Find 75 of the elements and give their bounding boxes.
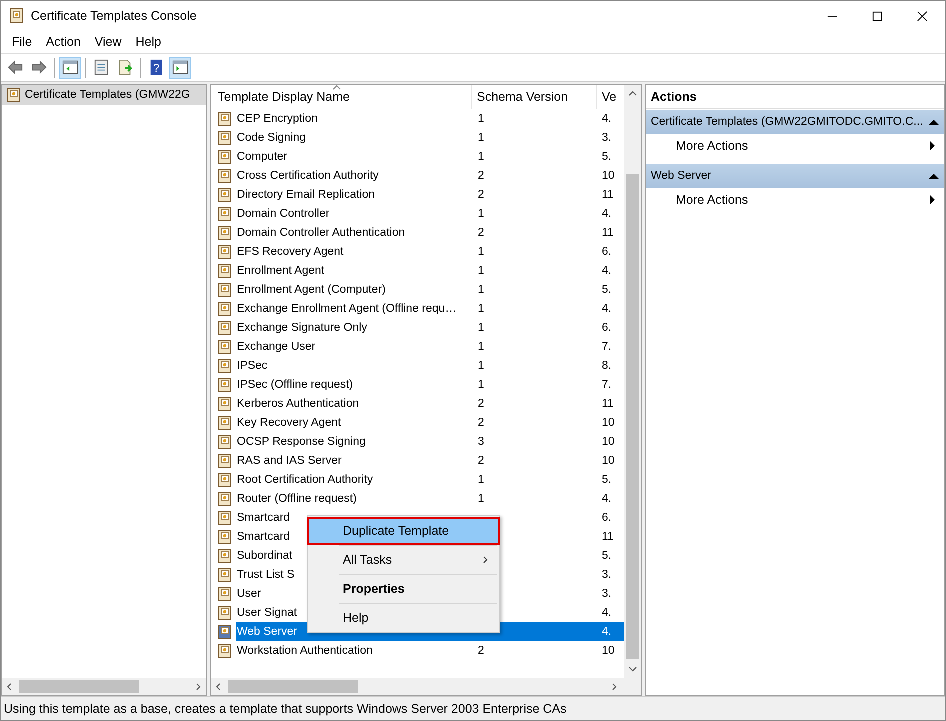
table-cell: 3 xyxy=(478,436,484,448)
table-cell: 6. xyxy=(602,246,612,258)
table-cell: Enrollment Agent xyxy=(237,264,325,276)
table-cell: 2 xyxy=(478,454,484,466)
table-cell: Trust List S xyxy=(237,568,295,580)
table-cell: 4. xyxy=(602,626,612,638)
table-cell: 5. xyxy=(602,284,612,296)
table-cell: 4. xyxy=(602,208,612,220)
table-cell: Enrollment Agent (Computer) xyxy=(237,284,386,296)
table-cell: Key Recovery Agent xyxy=(237,416,342,428)
table-cell: Computer xyxy=(237,150,288,162)
actions-header: Actions xyxy=(646,85,944,109)
table-cell: 4. xyxy=(602,302,612,314)
table-cell: Exchange User xyxy=(237,340,316,352)
table-cell: Domain Controller Authentication xyxy=(237,226,406,238)
table-cell: Cross Certification Authority xyxy=(237,170,379,182)
table-cell: 1 xyxy=(478,132,484,144)
table-cell: 1 xyxy=(478,284,484,296)
table-cell: 8. xyxy=(602,360,612,372)
table-cell: 10 xyxy=(602,416,615,428)
table-cell: 2 xyxy=(478,188,484,200)
table-cell: Smartcard xyxy=(237,512,290,524)
table-cell: 11 xyxy=(602,226,614,238)
table-cell: 7. xyxy=(602,378,612,390)
table-cell: 1 xyxy=(478,360,484,372)
table-cell: 2 xyxy=(478,226,484,238)
table-cell: 3. xyxy=(602,568,612,580)
table-cell: 1 xyxy=(478,340,484,352)
table-cell: CEP Encryption xyxy=(237,112,318,124)
table-cell: 7. xyxy=(602,340,612,352)
table-cell: 6. xyxy=(602,512,612,524)
table-cell: OCSP Response Signing xyxy=(237,436,366,448)
table-cell: 4. xyxy=(602,492,612,504)
table-cell: IPSec xyxy=(237,360,268,372)
status-bar: Using this template as a base, creates a template that supports Windows Server 2003 Enterprise CAs xyxy=(1,696,945,720)
table-cell: 1 xyxy=(478,474,484,486)
table-cell: 1 xyxy=(478,378,484,390)
table-cell: Code Signing xyxy=(237,132,306,144)
table-cell: Exchange Enrollment Agent (Offline requ… xyxy=(237,302,457,314)
table-cell: 1 xyxy=(478,322,484,334)
table-cell: Kerberos Authentication xyxy=(237,398,360,410)
table-cell: Directory Email Replication xyxy=(237,188,376,200)
table-cell: 1 xyxy=(478,112,484,124)
table-cell: Workstation Authentication xyxy=(237,644,373,656)
table-cell: 10 xyxy=(602,170,615,182)
table-cell: Web Server xyxy=(237,626,298,638)
table-cell: 1 xyxy=(478,246,484,258)
table-cell: Root Certification Authority xyxy=(237,474,374,486)
table-cell: 11 xyxy=(602,398,614,410)
table-cell: 5. xyxy=(602,150,612,162)
table-cell: 10 xyxy=(602,454,615,466)
window-title: Certificate Templates Console xyxy=(31,9,197,23)
table-cell: 2 xyxy=(478,170,484,182)
table-cell: 4. xyxy=(602,112,612,124)
table-cell: 1 xyxy=(478,302,484,314)
table-cell: 10 xyxy=(602,644,615,656)
table-cell: 1 xyxy=(478,264,484,276)
table-cell: 1 xyxy=(478,208,484,220)
table-cell: RAS and IAS Server xyxy=(237,454,342,466)
table-cell: 1 xyxy=(478,492,484,504)
table-cell: 6. xyxy=(602,322,612,334)
table-cell: Exchange Signature Only xyxy=(237,322,368,334)
table-cell: 2 xyxy=(478,398,484,410)
table-cell: 2 xyxy=(478,416,484,428)
table-cell: 3. xyxy=(602,132,612,144)
table-cell: 2 xyxy=(478,644,484,656)
table-cell: 1 xyxy=(478,150,484,162)
table-cell: 11 xyxy=(602,188,614,200)
table-cell: Domain Controller xyxy=(237,208,330,220)
table-cell: 10 xyxy=(602,436,615,448)
table-cell: 4. xyxy=(602,264,612,276)
table-cell: IPSec (Offline request) xyxy=(237,378,354,390)
table-cell: EFS Recovery Agent xyxy=(237,246,344,258)
table-cell: Router (Offline request) xyxy=(237,492,357,504)
table-cell: 5. xyxy=(602,474,612,486)
